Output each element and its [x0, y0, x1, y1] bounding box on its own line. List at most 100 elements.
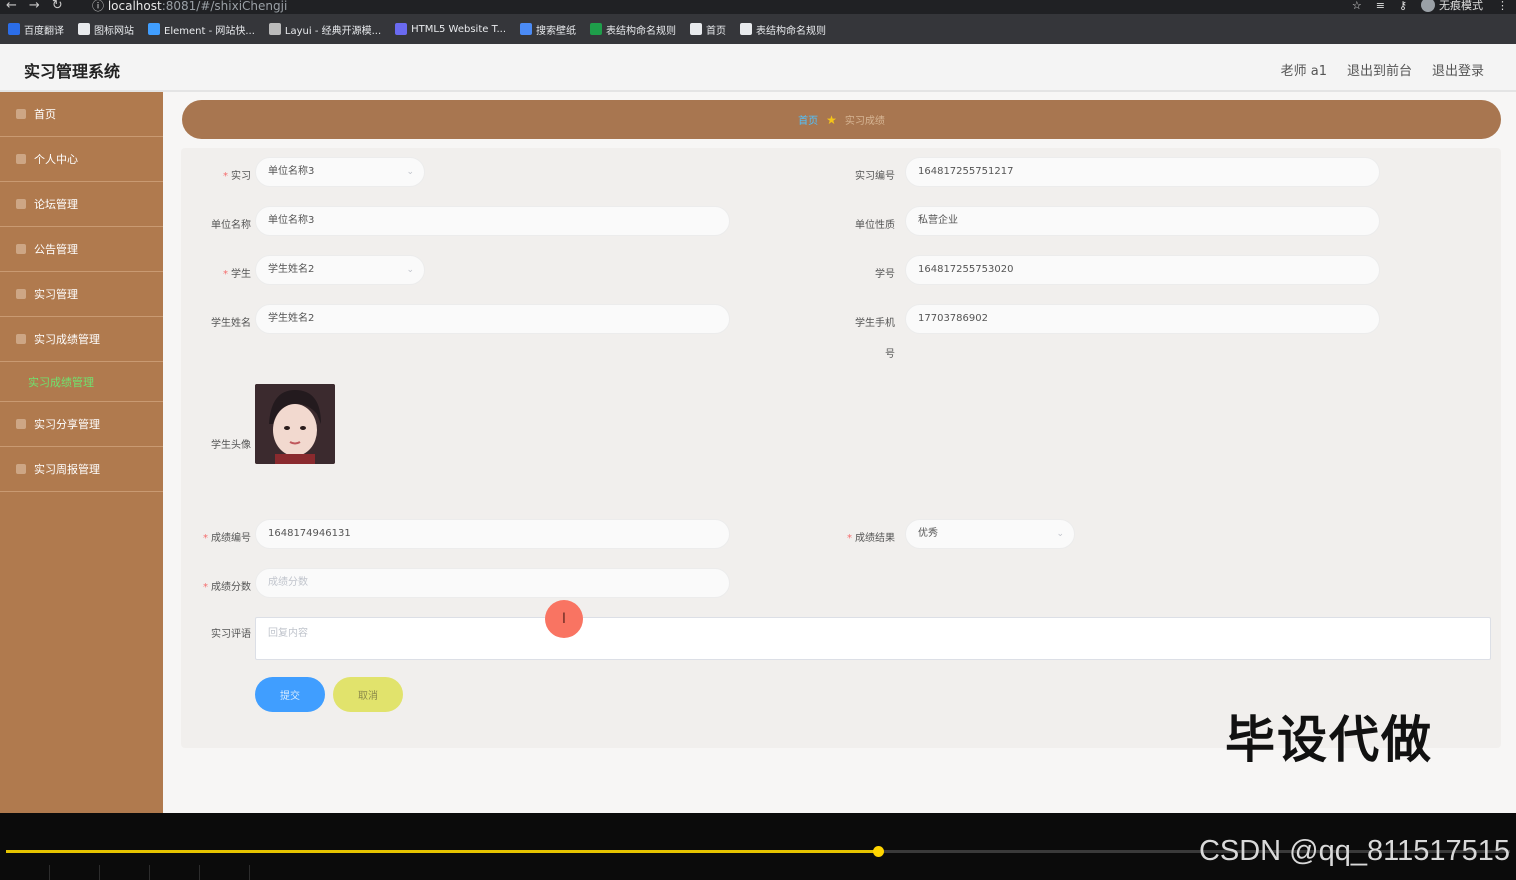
- sidebar-item[interactable]: 论坛管理: [0, 182, 163, 227]
- sidebar-item-label: 公告管理: [34, 243, 78, 256]
- required-mark: *: [223, 269, 228, 280]
- bookmark-item[interactable]: 首页: [690, 22, 726, 37]
- breadcrumb-home[interactable]: 首页: [798, 112, 818, 127]
- player-control[interactable]: [200, 865, 250, 880]
- bookmark-item[interactable]: 表结构命名规则: [590, 22, 676, 37]
- bookmark-item[interactable]: HTML5 Website T...: [395, 23, 506, 35]
- internship-no-input[interactable]: 164817255751217: [905, 157, 1380, 187]
- sidebar-item-label: 实习分享管理: [34, 418, 100, 431]
- player-control[interactable]: [0, 865, 50, 880]
- globe-icon: [740, 23, 753, 35]
- user-label[interactable]: 老师 a1: [1281, 60, 1327, 79]
- folder-icon: [78, 23, 90, 35]
- browser-address-bar: ← → ↻ ⓘ localhost:8081/#/shixiChengji ☆ …: [0, 0, 1516, 14]
- sidebar-item-label: 实习周报管理: [34, 463, 100, 476]
- cancel-button[interactable]: 取消: [333, 677, 403, 712]
- internship-no-label: 实习编号: [855, 171, 895, 182]
- sidebar-item[interactable]: 实习成绩管理: [0, 317, 163, 362]
- more-menu-icon[interactable]: ⋮: [1497, 0, 1508, 12]
- back-icon[interactable]: ←: [6, 0, 17, 13]
- bookmark-label: HTML5 Website T...: [411, 23, 507, 35]
- browser-nav: ← → ↻: [6, 0, 63, 13]
- url-host: localhost: [107, 0, 162, 13]
- internship-select[interactable]: 单位名称3 ⌄: [255, 157, 425, 187]
- progress-fill: [6, 850, 878, 853]
- incognito-icon: [1421, 0, 1435, 12]
- student-phone-input[interactable]: 17703786902: [905, 304, 1380, 334]
- star-icon[interactable]: ☆: [1352, 0, 1362, 12]
- layui-icon: [268, 23, 281, 35]
- globe-icon: [690, 23, 703, 35]
- progress-knob[interactable]: [873, 846, 884, 857]
- bookmark-item[interactable]: 百度翻译: [8, 22, 64, 37]
- sidebar-item[interactable]: 个人中心: [0, 137, 163, 182]
- text-cursor-icon: I: [561, 611, 567, 627]
- sidebar-item[interactable]: 公告管理: [0, 227, 163, 272]
- forum-icon: [16, 199, 26, 209]
- sidebar: 首页 个人中心 论坛管理 公告管理 实习管理 实习成绩管理 实习成绩管理 实习分享管理 实习周报…: [0, 92, 163, 813]
- student-name-label: 学生姓名: [211, 318, 251, 329]
- playlist-icon[interactable]: ≡: [1376, 0, 1385, 12]
- browser-actions: ☆ ≡ ⚷ 无痕模式 ⋮: [1352, 0, 1508, 13]
- sidebar-subitem-active[interactable]: 实习成绩管理: [0, 362, 163, 402]
- student-phone-label: 学生手机: [855, 318, 895, 329]
- share-icon: [16, 419, 26, 429]
- bookmark-label: Element - 网站快...: [164, 25, 255, 37]
- sidebar-item[interactable]: 实习管理: [0, 272, 163, 317]
- incognito-label: 无痕模式: [1439, 0, 1483, 12]
- bookmark-item[interactable]: Element - 网站快...: [148, 22, 255, 37]
- star-icon: ★: [826, 112, 837, 127]
- bookmark-label: 表结构命名规则: [756, 25, 827, 37]
- score-input[interactable]: 成绩分数: [255, 568, 730, 598]
- player-control[interactable]: [150, 865, 200, 880]
- player-controls: [0, 865, 250, 880]
- player-control[interactable]: [50, 865, 100, 880]
- wallpaper-icon: [520, 23, 533, 35]
- required-mark: *: [203, 582, 208, 593]
- home-icon: [16, 109, 26, 119]
- student-no-input[interactable]: 164817255753020: [905, 255, 1380, 285]
- url-field[interactable]: ⓘ localhost:8081/#/shixiChengji: [92, 0, 287, 14]
- company-type-input[interactable]: 私营企业: [905, 206, 1380, 236]
- score-form: * 实习 单位名称3 ⌄ 实习编号 164817255751217 单位名称 单位名…: [181, 148, 1501, 748]
- incognito-indicator[interactable]: 无痕模式: [1421, 0, 1483, 13]
- bookmark-label: 首页: [706, 25, 727, 37]
- score-result-select[interactable]: 优秀 ⌄: [905, 519, 1075, 549]
- breadcrumb: 首页 ★ 实习成绩: [182, 100, 1501, 139]
- sidebar-item[interactable]: 首页: [0, 92, 163, 137]
- app-title: 实习管理系统: [24, 62, 121, 81]
- info-icon[interactable]: ⓘ: [92, 0, 108, 13]
- key-icon[interactable]: ⚷: [1399, 0, 1407, 12]
- video-player-bar: CSDN @qq_811517515: [0, 813, 1516, 880]
- bookmark-item[interactable]: 图标网站: [78, 22, 134, 37]
- sidebar-item[interactable]: 实习分享管理: [0, 402, 163, 447]
- score-icon: [16, 334, 26, 344]
- internship-icon: [16, 289, 26, 299]
- back-to-front-link[interactable]: 退出到前台: [1347, 60, 1412, 79]
- student-name-input[interactable]: 学生姓名2: [255, 304, 730, 334]
- bookmark-item[interactable]: 表结构命名规则: [740, 22, 826, 37]
- student-avatar-image[interactable]: [255, 384, 335, 464]
- company-name-input[interactable]: 单位名称3: [255, 206, 730, 236]
- chevron-down-icon: ⌄: [406, 167, 414, 177]
- sidebar-item-label: 实习管理: [34, 288, 78, 301]
- bookmark-item[interactable]: Layui - 经典开源模...: [268, 22, 382, 37]
- sidebar-item[interactable]: 实习周报管理: [0, 447, 163, 492]
- comment-label: 实习评语: [211, 629, 251, 640]
- watermark-text: 毕设代做: [1225, 711, 1433, 769]
- submit-button[interactable]: 提交: [255, 677, 325, 712]
- bookmark-label: Layui - 经典开源模...: [284, 25, 382, 37]
- header-links: 老师 a1 退出到前台 退出登录: [1281, 60, 1484, 79]
- logout-link[interactable]: 退出登录: [1432, 60, 1484, 79]
- bookmark-label: 搜索壁纸: [536, 25, 577, 37]
- reload-icon[interactable]: ↻: [52, 0, 63, 13]
- player-control[interactable]: [100, 865, 150, 880]
- student-select[interactable]: 学生姓名2 ⌄: [255, 255, 425, 285]
- bookmark-item[interactable]: 搜索壁纸: [520, 22, 576, 37]
- sidebar-item-label: 实习成绩管理: [34, 333, 100, 346]
- comment-textarea[interactable]: 回复内容: [255, 617, 1491, 660]
- score-no-input[interactable]: 1648174946131: [255, 519, 730, 549]
- bookmark-label: 表结构命名规则: [606, 25, 677, 37]
- forward-icon[interactable]: →: [29, 0, 40, 13]
- internship-label: * 实习: [223, 171, 251, 182]
